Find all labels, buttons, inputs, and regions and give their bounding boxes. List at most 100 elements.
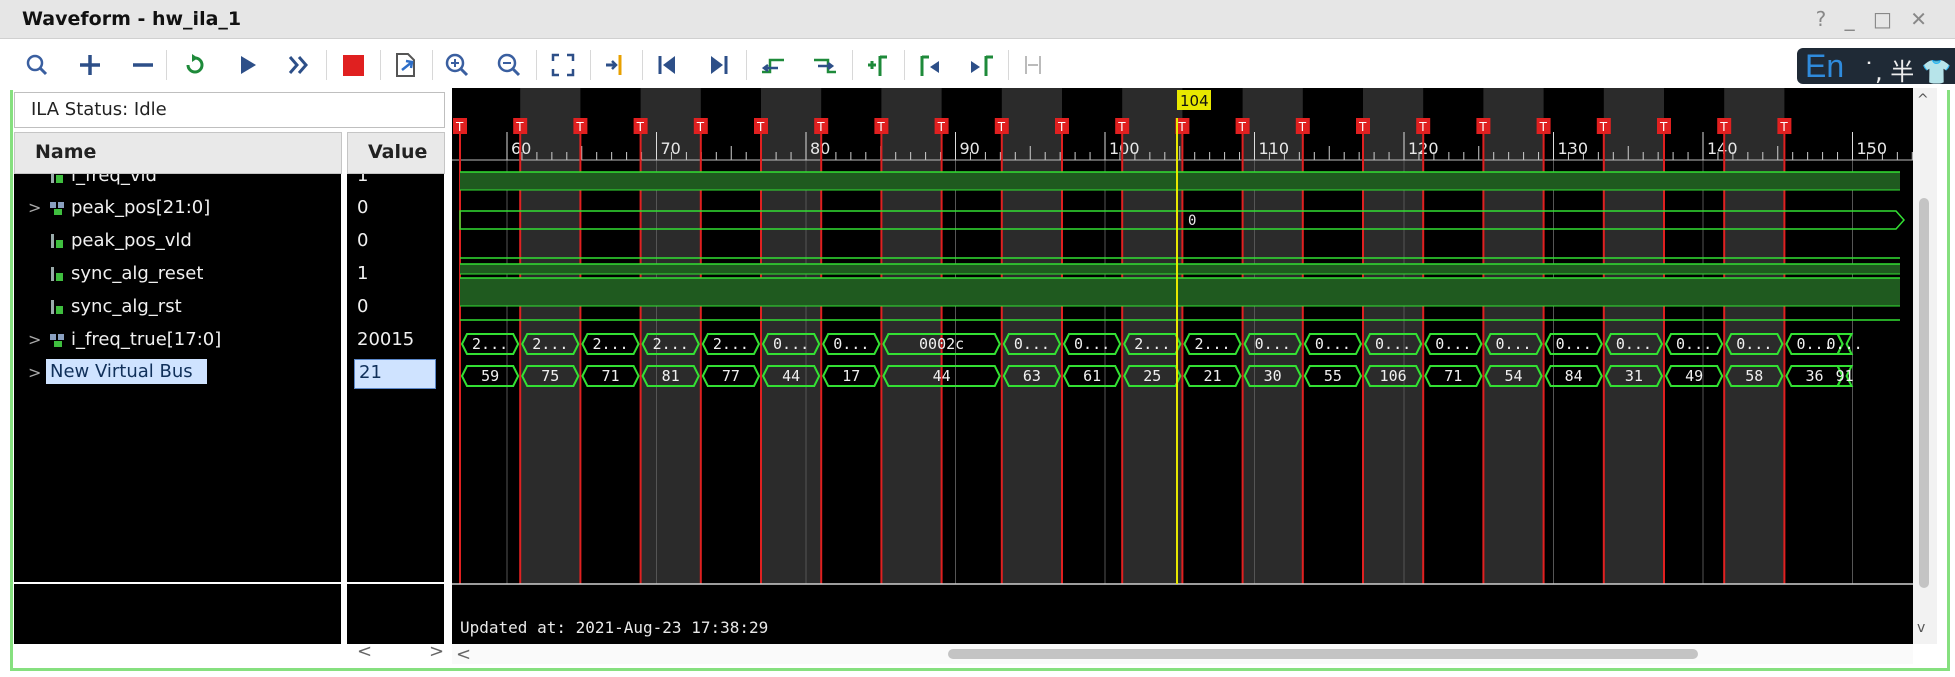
next-transition-icon[interactable] (808, 48, 842, 82)
bus-signal-icon (50, 334, 64, 347)
signal-row-new-virtual-bus[interactable]: > New Virtual Bus (14, 359, 341, 389)
virtual-bus-bus-value: 61 (1083, 367, 1101, 385)
trigger-flag-label: T (1238, 120, 1247, 134)
bit-signal-icon (51, 174, 63, 183)
expand-chevron-icon[interactable]: > (28, 363, 41, 382)
trigger-flag-label: T (816, 120, 825, 134)
signal-name-selected[interactable]: New Virtual Bus (46, 359, 207, 384)
go-to-time-zero-icon[interactable] (650, 48, 684, 82)
zoom-out-icon[interactable] (492, 48, 526, 82)
run-trigger-icon[interactable] (230, 48, 264, 82)
auto-rerun-icon[interactable] (282, 48, 316, 82)
horizontal-scroll-thumb[interactable] (948, 649, 1698, 659)
help-button[interactable]: ? (1816, 7, 1833, 31)
waveform-svg[interactable]: 60708090100110120130140150TTTTTTTTTTTTTT… (452, 88, 1913, 644)
toolbar-separator (1008, 50, 1009, 80)
scroll-up-arrow-icon[interactable]: ^ (1917, 92, 1929, 108)
signal-value: 0 (357, 230, 369, 251)
virtual-bus-bus-value: 31 (1625, 367, 1643, 385)
signal-value-selected[interactable]: 21 (354, 359, 436, 389)
value-row: 1 (347, 174, 444, 192)
plus-icon[interactable] (73, 48, 107, 82)
scroll-left-arrow-icon[interactable]: < (357, 641, 372, 662)
ila-status-text: ILA Status: Idle (31, 99, 167, 120)
expand-chevron-icon[interactable]: > (28, 198, 41, 217)
search-icon[interactable] (20, 48, 54, 82)
i-freq-true-bus-value: 0... (1014, 335, 1050, 353)
trigger-flag-label: T (455, 120, 464, 134)
trigger-flag-label: T (997, 120, 1006, 134)
close-button[interactable]: ✕ (1910, 7, 1933, 31)
virtual-bus-bus-value: 75 (541, 367, 559, 385)
title-bar: Waveform - hw_ila_1 ? _ □ ✕ (0, 0, 1955, 39)
signal-name: i_freq_true[17:0] (71, 329, 222, 350)
i-freq-true-bus-value: 0... (1616, 335, 1652, 353)
waveform-vertical-scrollbar[interactable]: ^ v (1913, 88, 1937, 644)
go-to-cursor-icon[interactable] (598, 48, 632, 82)
value-row: 0 (347, 227, 444, 257)
ime-indicator[interactable]: En ˙, 半 👕 (1797, 48, 1955, 86)
i-freq-true-bus-value: 0... (773, 335, 809, 353)
i-freq-true-bus-value: 2... (592, 335, 628, 353)
signal-row-i-freq-vld[interactable]: i_freq_vld (14, 174, 341, 192)
time-tick-label: 70 (661, 139, 681, 158)
signal-row-i-freq-true[interactable]: > i_freq_true[17:0] (14, 326, 341, 356)
trigger-flag-label: T (937, 120, 946, 134)
value-column-header[interactable]: Value (347, 132, 445, 174)
zoom-fit-icon[interactable] (546, 48, 580, 82)
signal-row-peak-pos[interactable]: > peak_pos[21:0] (14, 194, 341, 224)
value-horizontal-scrollbar[interactable]: < > (347, 641, 444, 662)
virtual-bus-bus-value: 63 (1023, 367, 1041, 385)
peak-pos-bus-value: 0 (1188, 213, 1196, 229)
previous-transition-icon[interactable] (756, 48, 790, 82)
add-marker-icon[interactable] (860, 48, 894, 82)
virtual-bus-bus-value: 77 (722, 367, 740, 385)
trigger-flag-label: T (1599, 120, 1608, 134)
signal-name: sync_alg_rst (71, 296, 182, 317)
trigger-flag-label: T (1057, 120, 1066, 134)
signal-row-sync-alg-reset[interactable]: sync_alg_reset (14, 260, 341, 290)
waveform-horizontal-scrollbar[interactable]: < (452, 644, 1913, 665)
go-to-last-time-icon[interactable] (702, 48, 736, 82)
trigger-flag-label: T (575, 120, 584, 134)
bit-signal-icon (51, 234, 63, 248)
toolbar-separator (326, 50, 327, 80)
scroll-down-arrow-icon[interactable]: v (1917, 620, 1925, 636)
expand-chevron-icon[interactable]: > (28, 330, 41, 349)
signal-value: 1 (357, 263, 369, 284)
swap-cursors-icon[interactable] (1016, 48, 1050, 82)
trigger-flag-label: T (696, 120, 705, 134)
run-trigger-immediate-icon[interactable] (178, 48, 212, 82)
toolbar-separator (432, 50, 433, 80)
i-freq-true-bus-value: 0... (1074, 335, 1110, 353)
minimize-button[interactable]: _ (1845, 7, 1861, 31)
signal-row-sync-alg-rst[interactable]: sync_alg_rst (14, 293, 341, 323)
next-marker-icon[interactable] (964, 48, 998, 82)
i-freq-true-bus-value: 0... (1827, 335, 1863, 353)
i-freq-true-bus-value: 2... (1134, 335, 1170, 353)
maximize-button[interactable]: □ (1873, 7, 1898, 31)
name-column-header[interactable]: Name (14, 132, 342, 174)
value-row: 0 (347, 293, 444, 323)
export-icon[interactable] (388, 48, 422, 82)
scroll-right-arrow-icon[interactable]: > (429, 641, 444, 662)
stop-icon[interactable] (336, 48, 370, 82)
virtual-bus-bus-value: 49 (1685, 367, 1703, 385)
toolbar-separator (746, 50, 747, 80)
waveform-toolbar (0, 40, 1955, 90)
trigger-flag-label: T (1117, 120, 1126, 134)
bit-signal-icon (51, 267, 63, 281)
ime-options: ˙, 半 👕 (1863, 58, 1952, 86)
signal-value: 1 (357, 174, 369, 186)
signal-row-peak-pos-vld[interactable]: peak_pos_vld (14, 227, 341, 257)
vertical-scroll-thumb[interactable] (1919, 198, 1929, 588)
i-freq-true-bus-value: 0... (1676, 335, 1712, 353)
virtual-bus-bus-value: 84 (1565, 367, 1583, 385)
zoom-in-icon[interactable] (440, 48, 474, 82)
previous-marker-icon[interactable] (912, 48, 946, 82)
waveform-canvas[interactable]: 60708090100110120130140150TTTTTTTTTTTTTT… (452, 88, 1913, 644)
minus-icon[interactable] (126, 48, 160, 82)
scroll-left-arrow-icon[interactable]: < (456, 644, 471, 665)
virtual-bus-bus-value: 71 (601, 367, 619, 385)
virtual-bus-bus-value: 71 (1444, 367, 1462, 385)
